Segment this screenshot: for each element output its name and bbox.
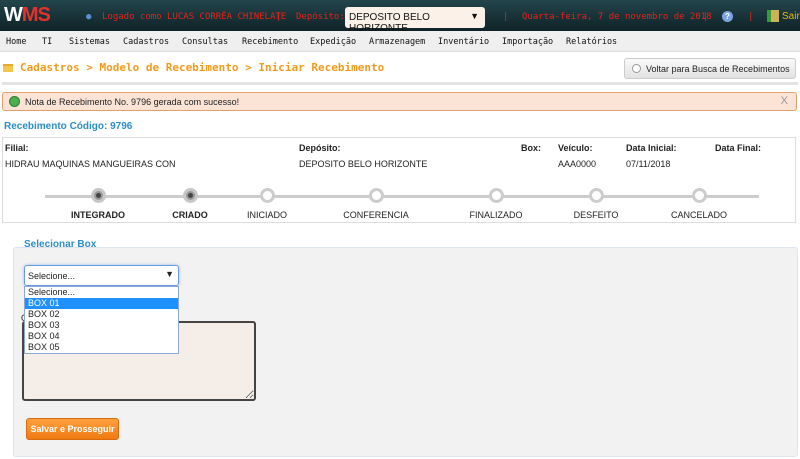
step-label: DESFEITO: [573, 210, 619, 220]
alert-message: Nota de Recebimento No. 9796 gerada com …: [25, 97, 240, 107]
menu-importacao[interactable]: Importação: [502, 37, 553, 47]
menu-home[interactable]: Home: [6, 37, 26, 47]
menu-recebimento[interactable]: Recebimento: [242, 37, 298, 47]
deposito-select[interactable]: DEPOSITO BELO HORIZONTE ▼: [345, 7, 485, 34]
logged-user: Logado como LUCAS CORRÊA CHINELATE: [102, 12, 287, 22]
option-box-05[interactable]: BOX 05: [25, 342, 178, 353]
deposito-value: DEPOSITO BELO HORIZONTE: [299, 159, 428, 169]
menu-ti[interactable]: TI: [42, 37, 52, 47]
back-to-search-button[interactable]: Voltar para Busca de Recebimentos: [624, 58, 796, 79]
step-marker: [589, 188, 604, 203]
main-menu: Home TI Sistemas Cadastros Consultas Rec…: [0, 31, 800, 52]
separator: |: [503, 12, 509, 22]
recebimento-code: Recebimento Código: 9796: [4, 121, 133, 132]
box-select-value: Selecione...: [28, 271, 76, 281]
wms-logo: WMS: [4, 4, 51, 26]
step-marker: [489, 188, 504, 203]
deposito-label: Depósito:: [296, 12, 345, 22]
separator: |: [703, 12, 709, 22]
veiculo-label: Veículo:: [558, 143, 593, 153]
option-box-03[interactable]: BOX 03: [25, 320, 178, 331]
menu-consultas[interactable]: Consultas: [182, 37, 228, 47]
step-label: INICIADO: [246, 210, 288, 220]
breadcrumb: Cadastros > Modelo de Recebimento > Inic…: [20, 61, 385, 74]
step-marker: [692, 188, 707, 203]
step-marker: [260, 188, 275, 203]
step-label: CANCELADO: [670, 210, 728, 220]
separator: |: [748, 12, 754, 22]
back-button-label: Voltar para Busca de Recebimentos: [646, 64, 790, 74]
chevron-down-icon: ▼: [165, 269, 174, 279]
filial-value: HIDRAU MAQUINAS MANGUEIRAS CON: [5, 159, 176, 169]
user-icon: ●: [86, 12, 92, 22]
logout-icon[interactable]: [767, 10, 779, 22]
success-alert: Nota de Recebimento No. 9796 gerada com …: [2, 92, 797, 111]
filial-label: Filial:: [5, 143, 29, 153]
step-marker: [91, 188, 106, 203]
data-final-label: Data Final:: [715, 143, 762, 153]
menu-cadastros[interactable]: Cadastros: [123, 37, 169, 47]
menu-armazenagem[interactable]: Armazenagem: [369, 37, 425, 47]
option-box-02[interactable]: BOX 02: [25, 309, 178, 320]
current-date: Quarta-feira, 7 de novembro de 2018: [522, 12, 712, 22]
check-circle-icon: [9, 96, 20, 107]
menu-sistemas[interactable]: Sistemas: [69, 37, 110, 47]
option-box-04[interactable]: BOX 04: [25, 331, 178, 342]
logout-link[interactable]: Sair: [782, 11, 800, 22]
menu-inventario[interactable]: Inventário: [438, 37, 489, 47]
back-arrow-icon: [632, 64, 641, 73]
veiculo-value: AAA0000: [558, 159, 597, 169]
step-marker: [183, 188, 198, 203]
step-label: CRIADO: [172, 210, 208, 220]
folder-icon: [3, 64, 13, 72]
box-select[interactable]: Selecione... ▼: [24, 265, 179, 286]
step-label: FINALIZADO: [469, 210, 523, 220]
data-inicial-value: 07/11/2018: [626, 159, 671, 169]
progress-track: [45, 195, 759, 198]
divider: [2, 82, 798, 85]
step-label: INTEGRADO: [71, 210, 125, 220]
save-and-continue-button[interactable]: Salvar e Prosseguir: [26, 418, 119, 440]
menu-relatorios[interactable]: Relatórios: [566, 37, 617, 47]
chevron-down-icon: ▼: [470, 11, 479, 21]
menu-expedicao[interactable]: Expedição: [310, 37, 356, 47]
option-box-01[interactable]: BOX 01: [25, 298, 178, 309]
separator: |: [276, 12, 282, 22]
recebimento-info: Filial: HIDRAU MAQUINAS MANGUEIRAS CON D…: [2, 137, 796, 223]
data-inicial-label: Data Inicial:: [626, 143, 677, 153]
top-header: WMS ● Logado como LUCAS CORRÊA CHINELATE…: [0, 0, 800, 34]
step-marker: [369, 188, 384, 203]
step-label: CONFERENCIA: [343, 210, 409, 220]
option-selecione[interactable]: Selecione...: [25, 287, 178, 298]
box-dropdown-list: Selecione... BOX 01 BOX 02 BOX 03 BOX 04…: [24, 286, 179, 354]
deposito-label: Depósito:: [299, 143, 341, 153]
box-label: Box:: [521, 143, 541, 153]
close-alert-button[interactable]: X: [781, 95, 788, 107]
help-icon[interactable]: ?: [722, 11, 733, 22]
